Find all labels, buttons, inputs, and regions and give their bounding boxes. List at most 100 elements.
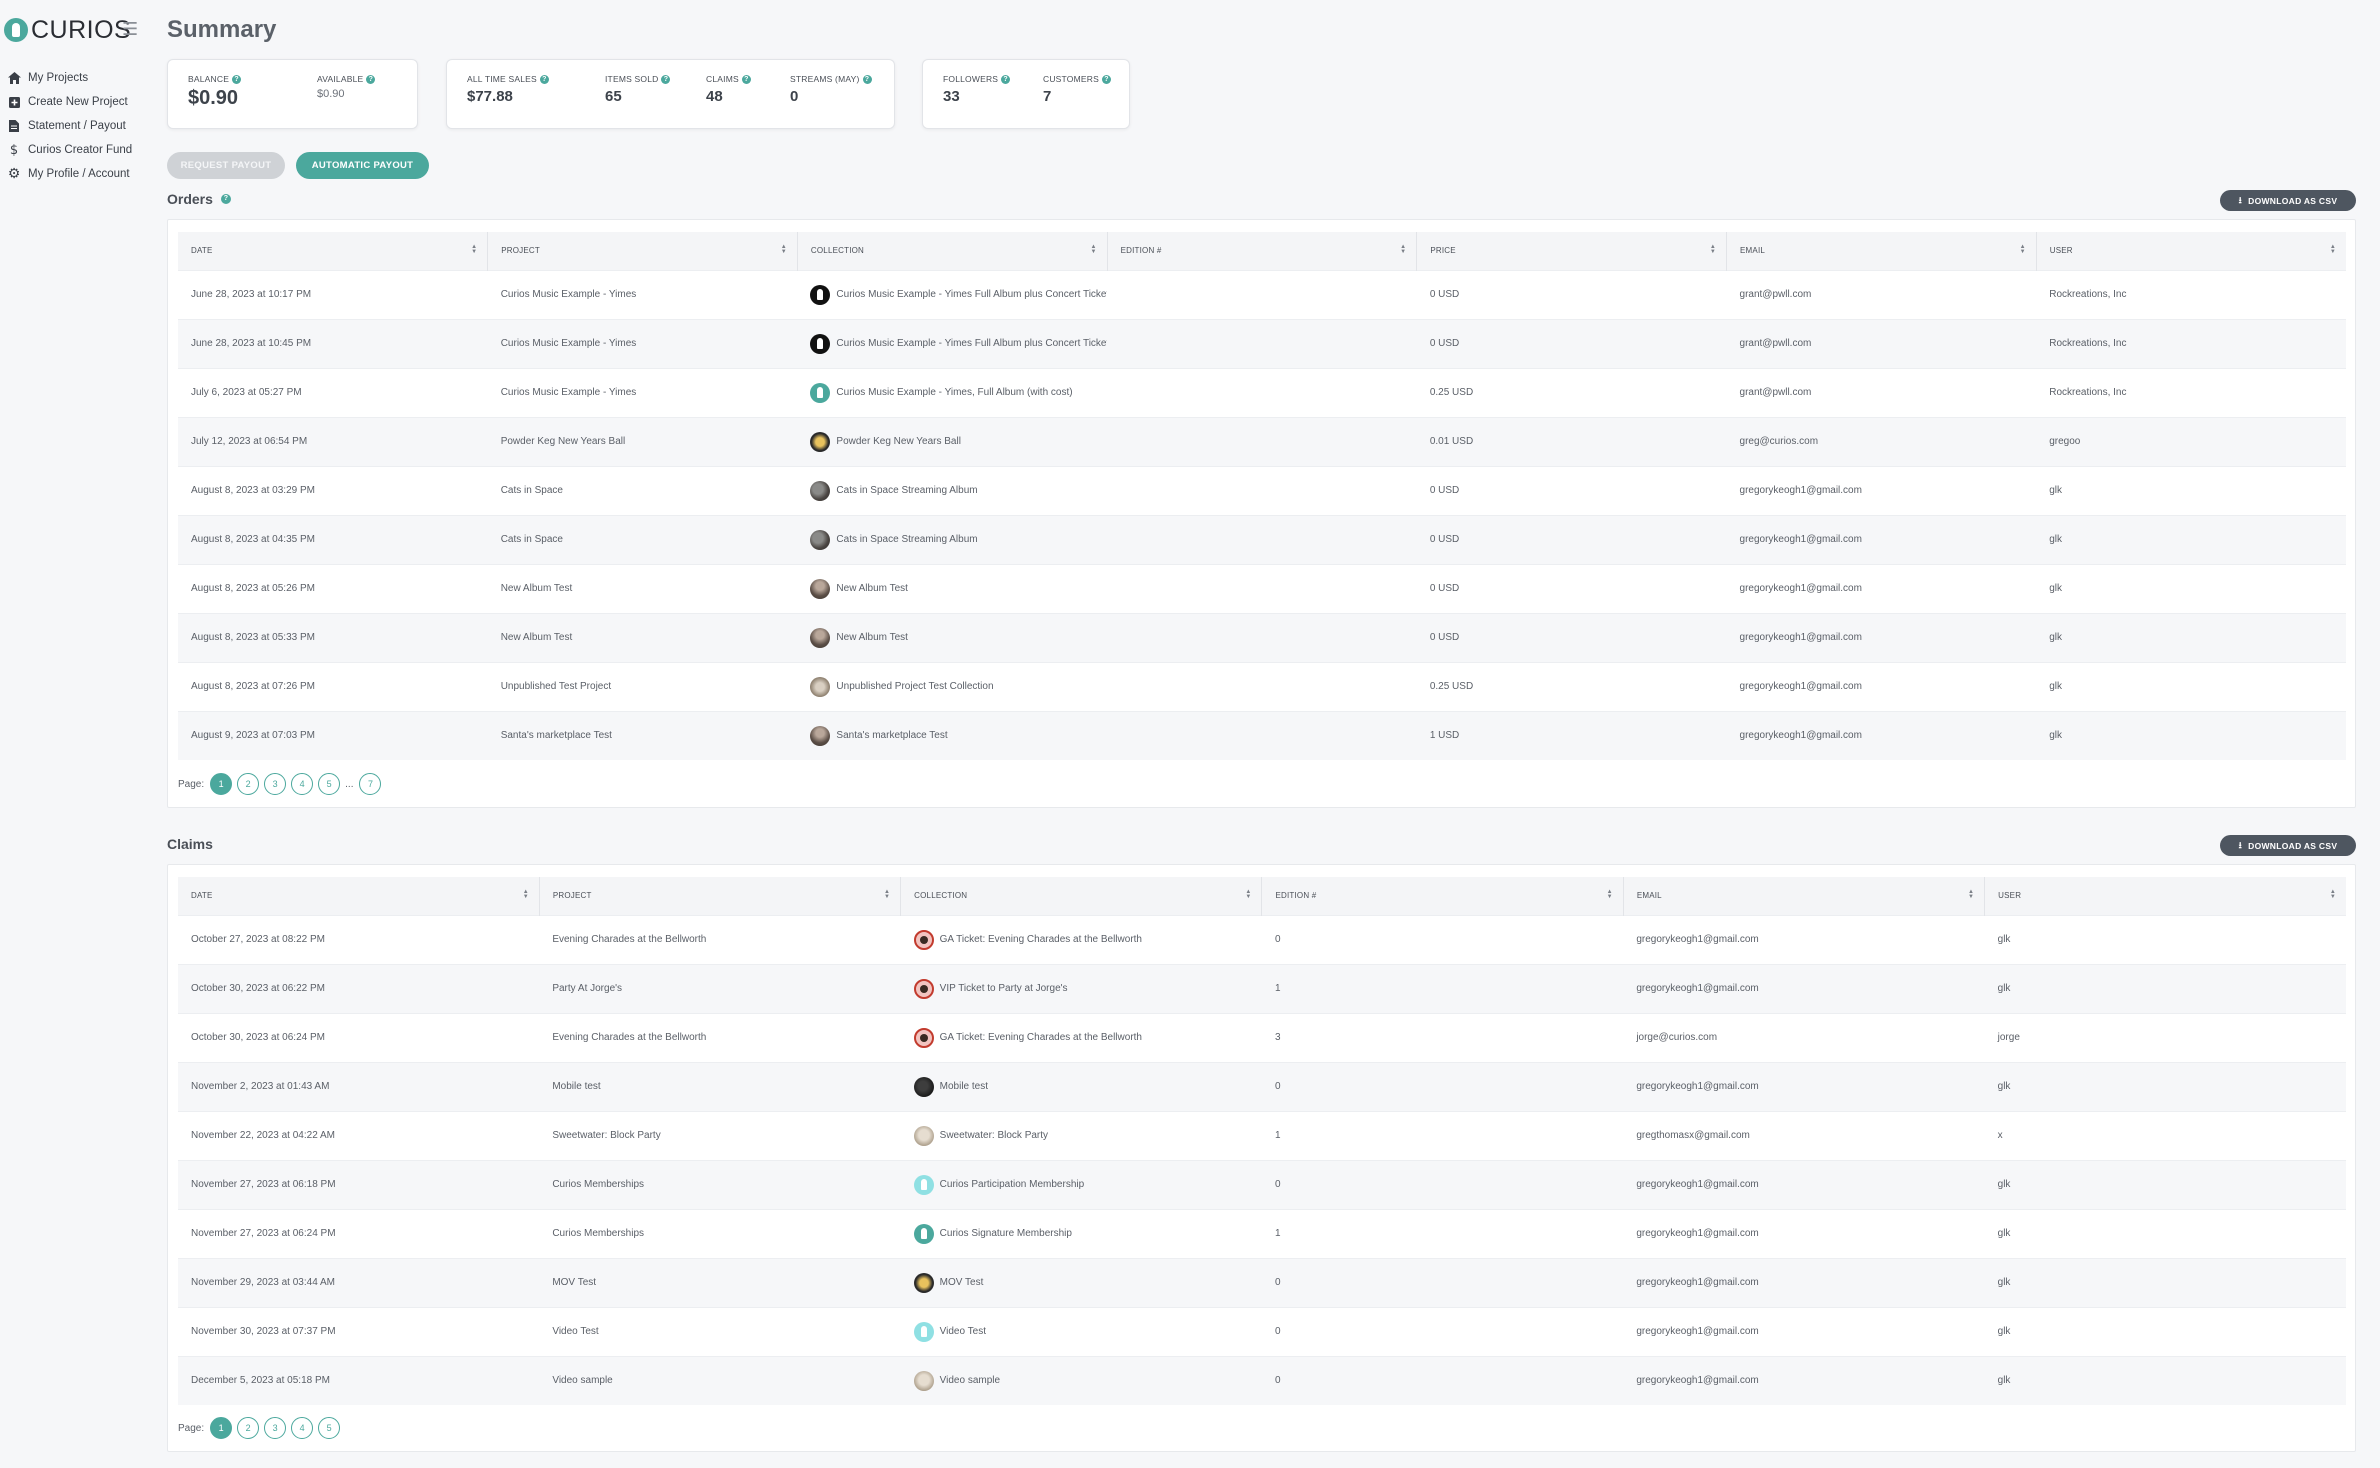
- table-row[interactable]: August 8, 2023 at 07:26 PM Unpublished Te…: [178, 661, 2346, 711]
- collection-thumbnail-icon: [913, 1370, 934, 1391]
- claims-table-panel: DATE ▲ ▼ PROJECT ▲ ▼ COLLECTION ▲ ▼ EDITION # ▲…: [167, 864, 2356, 1452]
- info-icon[interactable]: ?: [862, 74, 872, 84]
- cell-user: glk: [2036, 514, 2346, 564]
- table-row[interactable]: November 30, 2023 at 07:37 PM Video Test V…: [178, 1306, 2346, 1356]
- collection-name: Video Test: [939, 1326, 986, 1337]
- table-row[interactable]: November 29, 2023 at 03:44 AM MOV Test MOV…: [178, 1257, 2346, 1307]
- column-header-email[interactable]: EMAIL ▲ ▼: [1623, 877, 1986, 915]
- table-row[interactable]: July 12, 2023 at 06:54 PM Powder Keg New …: [178, 416, 2346, 466]
- cell-edition: 1: [1261, 963, 1624, 1013]
- page-button[interactable]: 7: [359, 773, 382, 795]
- table-row[interactable]: November 27, 2023 at 06:18 PM Curios Memb…: [178, 1159, 2346, 1209]
- table-row[interactable]: August 8, 2023 at 05:26 PM New Album Test…: [178, 563, 2346, 613]
- column-header-edition[interactable]: EDITION # ▲ ▼: [1261, 877, 1624, 915]
- table-row[interactable]: November 22, 2023 at 04:22 AM Sweetwater:…: [178, 1110, 2346, 1160]
- page-button[interactable]: 1: [210, 1417, 233, 1439]
- collection-thumbnail-icon: [810, 578, 831, 599]
- sidebar-item-statement-payout[interactable]: Statement / Payout: [0, 114, 160, 138]
- sort-icon[interactable]: ▲ ▼: [2020, 244, 2026, 255]
- request-payout-button[interactable]: REQUEST PAYOUT: [167, 152, 285, 179]
- cell-project: Party At Jorge's: [539, 963, 901, 1013]
- column-header-date[interactable]: DATE ▲ ▼: [178, 232, 489, 270]
- info-icon[interactable]: ?: [741, 74, 751, 84]
- page-button[interactable]: 2: [237, 773, 260, 795]
- sort-icon[interactable]: ▲ ▼: [1607, 889, 1613, 900]
- sort-icon[interactable]: ▲ ▼: [2330, 244, 2336, 255]
- automatic-payout-button[interactable]: AUTOMATIC PAYOUT: [296, 152, 429, 179]
- column-header-project[interactable]: PROJECT ▲ ▼: [487, 232, 798, 270]
- sort-icon[interactable]: ▲ ▼: [1400, 244, 1406, 255]
- info-icon[interactable]: ?: [1101, 74, 1111, 84]
- collection-thumbnail-icon: [810, 676, 831, 697]
- cell-user: glk: [2036, 612, 2346, 662]
- table-row[interactable]: December 5, 2023 at 05:18 PM Video sample…: [178, 1355, 2346, 1405]
- table-row[interactable]: October 30, 2023 at 06:24 PM Evening Char…: [178, 1012, 2346, 1062]
- column-header-user[interactable]: USER ▲ ▼: [2036, 232, 2346, 270]
- sidebar-item-my-projects[interactable]: My Projects: [0, 66, 160, 90]
- table-row[interactable]: November 27, 2023 at 06:24 PM Curios Memb…: [178, 1208, 2346, 1258]
- page-button[interactable]: 4: [291, 773, 314, 795]
- column-header-project[interactable]: PROJECT ▲ ▼: [539, 877, 902, 915]
- column-header-collection[interactable]: COLLECTION ▲ ▼: [900, 877, 1263, 915]
- table-row[interactable]: August 9, 2023 at 07:03 PM Santa's market…: [178, 710, 2346, 760]
- page-button[interactable]: 3: [264, 773, 287, 795]
- sort-icon[interactable]: ▲ ▼: [884, 889, 890, 900]
- menu-toggle-icon[interactable]: ☰: [122, 21, 138, 39]
- page-button[interactable]: 1: [210, 773, 233, 795]
- column-header-email[interactable]: EMAIL ▲ ▼: [1726, 232, 2037, 270]
- column-header-collection[interactable]: COLLECTION ▲ ▼: [797, 232, 1108, 270]
- table-row[interactable]: November 2, 2023 at 01:43 AM Mobile test M…: [178, 1061, 2346, 1111]
- page-button[interactable]: 4: [291, 1417, 314, 1439]
- sort-icon[interactable]: ▲ ▼: [471, 244, 477, 255]
- sort-icon[interactable]: ▲ ▼: [1968, 889, 1974, 900]
- table-row[interactable]: August 8, 2023 at 04:35 PM Cats in Space C…: [178, 514, 2346, 564]
- page-button[interactable]: 3: [264, 1417, 287, 1439]
- table-row[interactable]: October 27, 2023 at 08:22 PM Evening Char…: [178, 914, 2346, 964]
- page-button[interactable]: 5: [318, 1417, 341, 1439]
- sidebar-item-profile-account[interactable]: ⚙ My Profile / Account: [0, 162, 160, 186]
- cell-email: gregorykeogh1@gmail.com: [1623, 1257, 1985, 1307]
- info-icon[interactable]: ?: [661, 74, 671, 84]
- sort-icon[interactable]: ▲ ▼: [2330, 889, 2336, 900]
- column-header-edition[interactable]: EDITION # ▲ ▼: [1107, 232, 1418, 270]
- table-row[interactable]: August 8, 2023 at 03:29 PM Cats in Space C…: [178, 465, 2346, 515]
- collection-name: New Album Test: [836, 632, 908, 643]
- sort-icon[interactable]: ▲ ▼: [781, 244, 787, 255]
- cell-user: Rockreations, Inc: [2036, 367, 2346, 417]
- items-sold-value: 65: [605, 88, 622, 105]
- sort-icon[interactable]: ▲ ▼: [1245, 889, 1251, 900]
- sort-icon[interactable]: ▲ ▼: [1090, 244, 1096, 255]
- cell-edition: 1: [1261, 1208, 1624, 1258]
- cell-email: gregorykeogh1@gmail.com: [1726, 563, 2037, 613]
- orders-download-csv-button[interactable]: ⭳ DOWNLOAD AS CSV: [2220, 190, 2356, 211]
- table-row[interactable]: June 28, 2023 at 10:45 PM Curios Music Ex…: [178, 318, 2346, 368]
- claims-download-csv-button[interactable]: ⭳ DOWNLOAD AS CSV: [2220, 835, 2356, 856]
- page-button[interactable]: 5: [318, 773, 341, 795]
- info-icon[interactable]: ?: [539, 74, 549, 84]
- cell-edition: 1: [1261, 1110, 1624, 1160]
- orders-title: Orders ?: [167, 191, 231, 207]
- collection-name: Curios Signature Membership: [939, 1228, 1072, 1239]
- sidebar-item-creator-fund[interactable]: $ Curios Creator Fund: [0, 138, 160, 162]
- info-icon[interactable]: ?: [1001, 74, 1011, 84]
- home-icon: [7, 71, 21, 85]
- table-row[interactable]: June 28, 2023 at 10:17 PM Curios Music Ex…: [178, 269, 2346, 319]
- table-row[interactable]: August 8, 2023 at 05:33 PM New Album Test…: [178, 612, 2346, 662]
- sidebar-item-create-new-project[interactable]: Create New Project: [0, 90, 160, 114]
- sort-icon[interactable]: ▲ ▼: [1710, 244, 1716, 255]
- table-row[interactable]: July 6, 2023 at 05:27 PM Curios Music Exa…: [178, 367, 2346, 417]
- collection-thumbnail-icon: [810, 382, 831, 403]
- sort-icon[interactable]: ▲ ▼: [523, 889, 529, 900]
- page-button[interactable]: 2: [237, 1417, 260, 1439]
- sidebar-item-label: Create New Project: [28, 96, 128, 108]
- cell-collection: GA Ticket: Evening Charades at the Bellw…: [900, 1012, 1262, 1062]
- cell-user: gregoo: [2036, 416, 2346, 466]
- info-icon[interactable]: ?: [232, 74, 242, 84]
- info-icon[interactable]: ?: [366, 74, 376, 84]
- column-header-price[interactable]: PRICE ▲ ▼: [1416, 232, 1728, 270]
- column-header-date[interactable]: DATE ▲ ▼: [178, 877, 540, 915]
- column-header-user[interactable]: USER ▲ ▼: [1984, 877, 2346, 915]
- curios-logo[interactable]: CURIOS: [4, 16, 131, 44]
- info-icon[interactable]: ?: [220, 194, 231, 204]
- table-row[interactable]: October 30, 2023 at 06:22 PM Party At Jor…: [178, 963, 2346, 1013]
